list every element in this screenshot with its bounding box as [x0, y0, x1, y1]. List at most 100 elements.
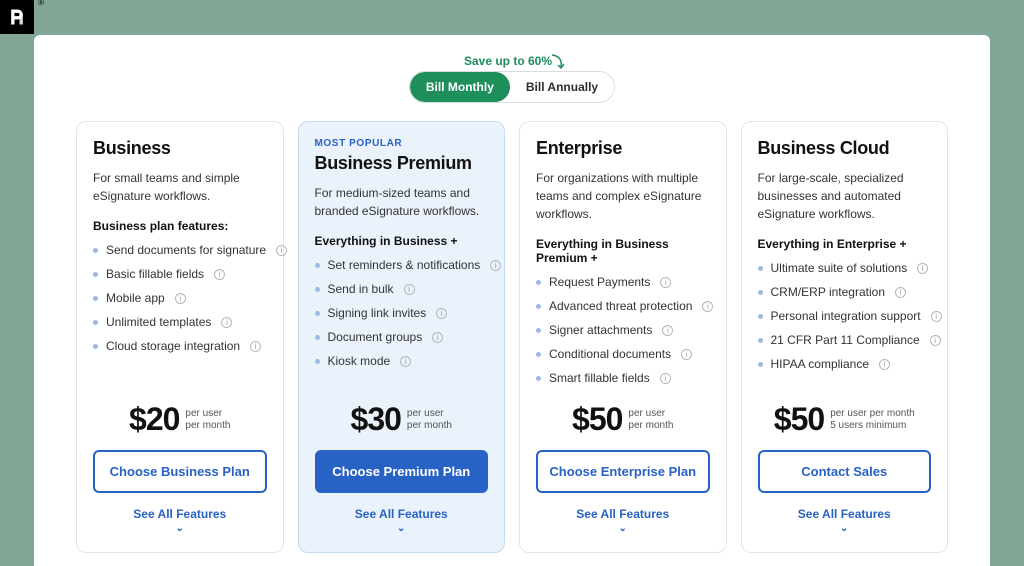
- feature-text: Personal integration support: [771, 309, 921, 323]
- contact-sales-button[interactable]: Contact Sales: [758, 450, 932, 493]
- plan-enterprise: Enterprise For organizations with multip…: [519, 121, 727, 553]
- feature-text: Document groups: [328, 330, 423, 344]
- plans-grid: Business For small teams and simple eSig…: [76, 121, 948, 553]
- feature-text: Cloud storage integration: [106, 339, 240, 353]
- plan-per: per userper month: [628, 408, 673, 432]
- info-icon[interactable]: i: [895, 287, 906, 298]
- per-line: 5 users minimum: [830, 420, 906, 431]
- chevron-down-icon: ⌄: [93, 523, 267, 534]
- feature-text: Send documents for signature: [106, 243, 266, 257]
- feature-item: Send in bulki: [315, 282, 489, 296]
- feature-item: Signing link invites i: [315, 306, 489, 320]
- info-icon[interactable]: i: [221, 317, 232, 328]
- plan-title: Business: [93, 138, 267, 159]
- info-icon[interactable]: i: [917, 263, 928, 274]
- feature-text: Ultimate suite of solutions: [771, 261, 908, 275]
- feature-list: Set reminders & notificationsi Send in b…: [315, 258, 489, 368]
- chevron-down-icon: ⌄: [536, 523, 710, 534]
- plan-description: For small teams and simple eSignature wo…: [93, 169, 267, 205]
- brand-logo: ®: [0, 0, 34, 34]
- toggle-monthly[interactable]: Bill Monthly: [410, 72, 510, 102]
- info-icon[interactable]: i: [436, 308, 447, 319]
- feature-item: Advanced threat protectioni: [536, 299, 710, 313]
- bullet-icon: [315, 263, 320, 268]
- feature-text: Basic fillable fields: [106, 267, 204, 281]
- bullet-icon: [758, 290, 763, 295]
- feature-text: Conditional documents: [549, 347, 671, 361]
- feature-text: 21 CFR Part 11 Compliance: [771, 333, 920, 347]
- feature-text: Set reminders & notifications: [328, 258, 481, 272]
- feature-text: Signing link invites: [328, 306, 427, 320]
- info-icon[interactable]: i: [400, 356, 411, 367]
- feature-item: Ultimate suite of solutions i: [758, 261, 932, 275]
- plan-feature-heading: Business plan features:: [93, 219, 267, 233]
- feature-item: Personal integration supporti: [758, 309, 932, 323]
- registered-mark: ®: [38, 0, 44, 7]
- info-icon[interactable]: i: [432, 332, 443, 343]
- bullet-icon: [93, 320, 98, 325]
- info-icon[interactable]: i: [879, 359, 890, 370]
- feature-item: Document groups i: [315, 330, 489, 344]
- bullet-icon: [315, 311, 320, 316]
- feature-item: Request Paymentsi: [536, 275, 710, 289]
- save-promo-text: Save up to 60%: [464, 54, 552, 68]
- see-all-features-link[interactable]: See All Features ⌄: [93, 507, 267, 534]
- info-icon[interactable]: i: [250, 341, 261, 352]
- info-icon[interactable]: i: [660, 277, 671, 288]
- see-all-label: See All Features: [133, 507, 226, 521]
- plan-business: Business For small teams and simple eSig…: [76, 121, 284, 553]
- feature-item: Unlimited templates i: [93, 315, 267, 329]
- info-icon[interactable]: i: [490, 260, 501, 271]
- plan-description: For large-scale, specialized businesses …: [758, 169, 932, 223]
- billing-toggle: Bill Monthly Bill Annually: [409, 71, 615, 103]
- info-icon[interactable]: i: [681, 349, 692, 360]
- per-line: per month: [407, 420, 452, 431]
- price-row: $20 per userper month: [93, 401, 267, 438]
- plan-price: $50: [774, 401, 824, 438]
- feature-item: 21 CFR Part 11 Compliancei: [758, 333, 932, 347]
- pd-logo-icon: [7, 7, 27, 27]
- see-all-features-link[interactable]: See All Features ⌄: [536, 507, 710, 534]
- feature-text: Unlimited templates: [106, 315, 211, 329]
- plan-title: Enterprise: [536, 138, 710, 159]
- see-all-features-link[interactable]: See All Features ⌄: [315, 507, 489, 534]
- per-line: per month: [185, 420, 230, 431]
- info-icon[interactable]: i: [702, 301, 713, 312]
- toggle-annually[interactable]: Bill Annually: [510, 72, 614, 102]
- save-promo: Save up to 60%: [458, 53, 566, 71]
- plan-per: per userper month: [185, 408, 230, 432]
- see-all-label: See All Features: [355, 507, 448, 521]
- info-icon[interactable]: i: [404, 284, 415, 295]
- plan-business-premium: MOST POPULAR Business Premium For medium…: [298, 121, 506, 553]
- info-icon[interactable]: i: [930, 335, 941, 346]
- plan-per: per userper month: [407, 408, 452, 432]
- see-all-features-link[interactable]: See All Features ⌄: [758, 507, 932, 534]
- plan-price: $50: [572, 401, 622, 438]
- feature-item: Set reminders & notificationsi: [315, 258, 489, 272]
- choose-premium-button[interactable]: Choose Premium Plan: [315, 450, 489, 493]
- info-icon[interactable]: i: [214, 269, 225, 280]
- feature-list: Ultimate suite of solutionsi CRM/ERP int…: [758, 261, 932, 371]
- info-icon[interactable]: i: [660, 373, 671, 384]
- bullet-icon: [536, 376, 541, 381]
- info-icon[interactable]: i: [662, 325, 673, 336]
- info-icon[interactable]: i: [276, 245, 287, 256]
- feature-item: Conditional documents i: [536, 347, 710, 361]
- feature-text: HIPAA compliance: [771, 357, 870, 371]
- per-line: per month: [628, 420, 673, 431]
- plan-price: $30: [351, 401, 401, 438]
- choose-enterprise-button[interactable]: Choose Enterprise Plan: [536, 450, 710, 493]
- plan-title: Business Cloud: [758, 138, 932, 159]
- bullet-icon: [536, 352, 541, 357]
- bullet-icon: [315, 335, 320, 340]
- see-all-label: See All Features: [798, 507, 891, 521]
- feature-list: Send documents for signature i Basic fill…: [93, 243, 267, 353]
- info-icon[interactable]: i: [931, 311, 942, 322]
- feature-text: Smart fillable fields: [549, 371, 650, 385]
- choose-business-button[interactable]: Choose Business Plan: [93, 450, 267, 493]
- bullet-icon: [536, 280, 541, 285]
- info-icon[interactable]: i: [175, 293, 186, 304]
- plan-feature-heading: Everything in Business Premium +: [536, 237, 710, 265]
- feature-item: Mobile appi: [93, 291, 267, 305]
- see-all-label: See All Features: [576, 507, 669, 521]
